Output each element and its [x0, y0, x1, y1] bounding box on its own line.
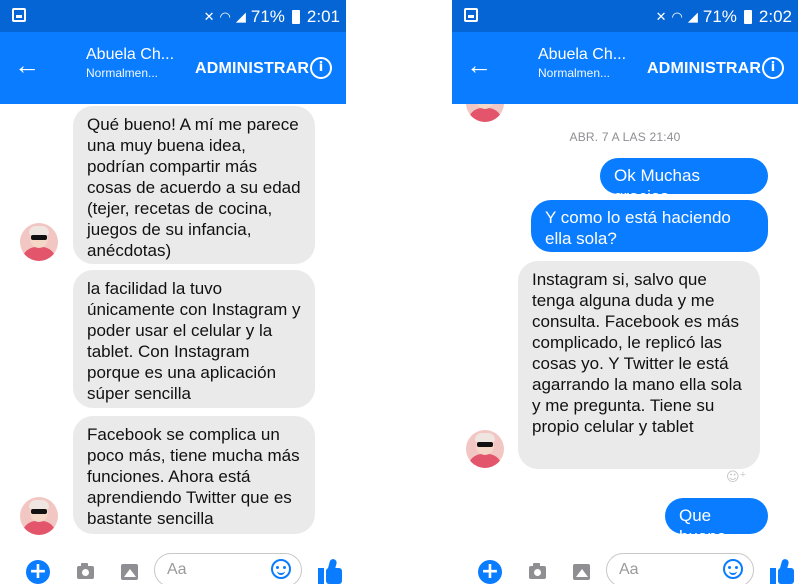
notification-icon [12, 8, 26, 22]
mute-icon: ✕ [655, 9, 667, 24]
like-icon[interactable] [318, 558, 346, 584]
message-list[interactable]: Qué bueno! A mí me parece una muy buena … [0, 104, 346, 538]
camera-icon[interactable] [529, 563, 546, 579]
add-reaction-icon[interactable]: ☺⁺ [726, 470, 746, 485]
message-bubble-incoming[interactable]: la facilidad la tuvo únicamente con Inst… [73, 270, 315, 408]
notification-icon [464, 8, 478, 22]
chat-screen-left: ✕ ◠ ◢ 71% 2:01 ← Abuela Ch... Normalmen.… [0, 0, 346, 584]
camera-icon[interactable] [77, 563, 94, 579]
avatar[interactable] [466, 104, 504, 122]
status-indicators: ✕ ◠ ◢ 71% 2:01 [204, 7, 340, 27]
chat-screen-right: ✕ ◠ ◢ 71% 2:02 ← Abuela Ch... Normalmen.… [452, 0, 798, 584]
battery-icon [743, 10, 752, 24]
contact-info[interactable]: Abuela Ch... Normalmen... [538, 46, 626, 80]
info-icon[interactable]: i [310, 57, 332, 79]
contact-name: Abuela Ch... [86, 46, 175, 63]
signal-icon: ◢ [235, 9, 246, 24]
plus-icon[interactable]: + [26, 560, 50, 584]
message-list[interactable]: ABR. 7 A LAS 21:40 Ok Muchas gracias Y c… [452, 104, 798, 538]
message-timestamp: ABR. 7 A LAS 21:40 [569, 130, 681, 144]
emoji-icon[interactable] [271, 559, 291, 579]
contact-status: Normalmen... [86, 66, 159, 80]
battery-percent: 71% [702, 7, 737, 26]
message-input[interactable]: Aa [154, 553, 302, 584]
message-composer: + Aa [452, 538, 798, 584]
avatar[interactable] [20, 223, 58, 261]
status-bar: ✕ ◠ ◢ 71% 2:02 [452, 0, 798, 32]
conversation-header: ← Abuela Ch... Normalmen... ADMINISTRAR … [452, 32, 798, 104]
mute-icon: ✕ [203, 9, 215, 24]
input-placeholder: Aa [619, 561, 639, 578]
message-bubble-outgoing[interactable]: Ok Muchas gracias [600, 158, 768, 206]
contact-name: Abuela Ch... [538, 46, 627, 63]
contact-status: Normalmen... [538, 66, 611, 80]
status-indicators: ✕ ◠ ◢ 71% 2:02 [656, 7, 792, 27]
message-input[interactable]: Aa [606, 553, 754, 584]
emoji-icon[interactable] [723, 559, 743, 579]
manage-button[interactable]: ADMINISTRAR [647, 60, 761, 78]
wifi-icon: ◠ [219, 9, 231, 24]
like-icon[interactable] [770, 558, 798, 584]
gallery-icon[interactable] [121, 564, 138, 580]
arrow-left-icon[interactable]: ← [466, 50, 492, 80]
arrow-left-icon[interactable]: ← [14, 50, 40, 80]
battery-icon [291, 10, 300, 24]
message-bubble-outgoing[interactable]: Y como lo está haciendo ella sola? [531, 200, 768, 252]
contact-info[interactable]: Abuela Ch... Normalmen... [86, 46, 174, 80]
gallery-icon[interactable] [573, 564, 590, 580]
plus-icon[interactable]: + [478, 560, 502, 584]
signal-icon: ◢ [687, 9, 698, 24]
avatar[interactable] [466, 430, 504, 468]
status-bar: ✕ ◠ ◢ 71% 2:01 [0, 0, 346, 32]
message-bubble-incoming[interactable]: Instagram si, salvo que tenga alguna dud… [518, 261, 760, 469]
clock: 2:02 [758, 7, 792, 26]
info-icon[interactable]: i [762, 57, 784, 79]
message-bubble-incoming[interactable]: Facebook se complica un poco más, tiene … [73, 416, 315, 534]
manage-button[interactable]: ADMINISTRAR [195, 60, 309, 78]
battery-percent: 71% [250, 7, 285, 26]
clock: 2:01 [306, 7, 340, 26]
avatar[interactable] [20, 497, 58, 535]
message-bubble-outgoing[interactable]: Que buena [665, 498, 768, 538]
wifi-icon: ◠ [671, 9, 683, 24]
input-placeholder: Aa [167, 561, 187, 578]
conversation-header: ← Abuela Ch... Normalmen... ADMINISTRAR … [0, 32, 346, 104]
message-composer: + Aa [0, 538, 346, 584]
message-bubble-incoming[interactable]: Qué bueno! A mí me parece una muy buena … [73, 106, 315, 264]
